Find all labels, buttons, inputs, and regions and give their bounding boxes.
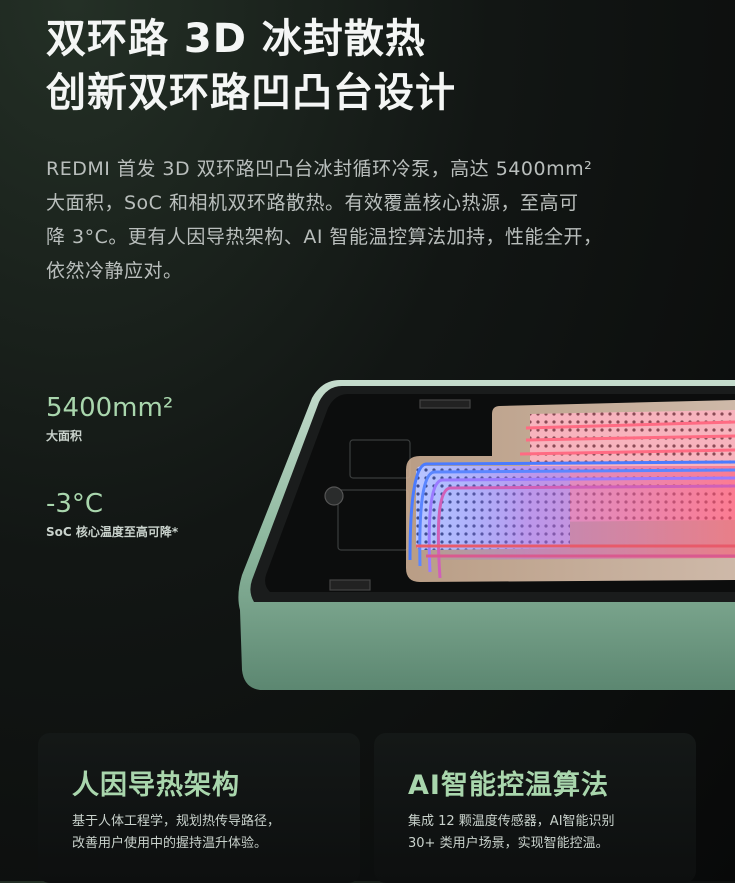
stat-area-value: 5400mm² bbox=[46, 393, 174, 423]
card-text-ai-control-line-1: 集成 12 颗温度传感器，AI智能识别 bbox=[408, 814, 615, 829]
page-title: 双环路 3D 冰封散热 创新双环路凹凸台设计 bbox=[46, 12, 456, 120]
card-text-ai-control-line-2: 30+ 类用户场景，实现智能控温。 bbox=[408, 836, 609, 851]
card-text-ergonomic-line-1: 基于人体工程学，规划热传导路径， bbox=[72, 814, 281, 829]
card-text-ergonomic-line-2: 改善用户使用中的握持温升体验。 bbox=[72, 836, 268, 851]
card-text-ergonomic: 基于人体工程学，规划热传导路径， 改善用户使用中的握持温升体验。 bbox=[72, 811, 342, 855]
stat-area-label: 大面积 bbox=[46, 429, 83, 443]
stat-temperature-value: -3°C bbox=[46, 489, 104, 519]
phone-cooling-illustration bbox=[238, 380, 735, 690]
title-line-1: 双环路 3D 冰封散热 bbox=[46, 16, 426, 62]
card-title-ai-control: AI智能控温算法 bbox=[408, 770, 609, 801]
card-title-ergonomic: 人因导热架构 bbox=[72, 770, 240, 801]
stat-temperature-label: SoC 核心温度至高可降* bbox=[46, 525, 179, 539]
description-line-4: 依然冷静应对。 bbox=[46, 260, 183, 282]
title-line-2: 创新双环路凹凸台设计 bbox=[46, 70, 456, 116]
feature-card-ai-control: AI智能控温算法 集成 12 颗温度传感器，AI智能识别 30+ 类用户场景，实… bbox=[374, 733, 696, 883]
stat-temperature: -3°C SoC 核心温度至高可降* bbox=[46, 488, 178, 540]
description-line-2: 大面积，SoC 和相机双环路散热。有效覆盖核心热源，至高可 bbox=[46, 192, 579, 214]
description-line-3: 降 3°C。更有人因导热架构、AI 智能温控算法加持，性能全开， bbox=[46, 226, 603, 248]
description-line-1: REDMI 首发 3D 双环路凹凸台冰封循环冷泵，高达 5400mm² bbox=[46, 158, 593, 180]
feature-description: REDMI 首发 3D 双环路凹凸台冰封循环冷泵，高达 5400mm² 大面积，… bbox=[46, 152, 686, 288]
feature-card-ergonomic: 人因导热架构 基于人体工程学，规划热传导路径， 改善用户使用中的握持温升体验。 bbox=[38, 733, 360, 883]
card-text-ai-control: 集成 12 颗温度传感器，AI智能识别 30+ 类用户场景，实现智能控温。 bbox=[408, 811, 678, 855]
stat-area: 5400mm² 大面积 bbox=[46, 392, 173, 444]
